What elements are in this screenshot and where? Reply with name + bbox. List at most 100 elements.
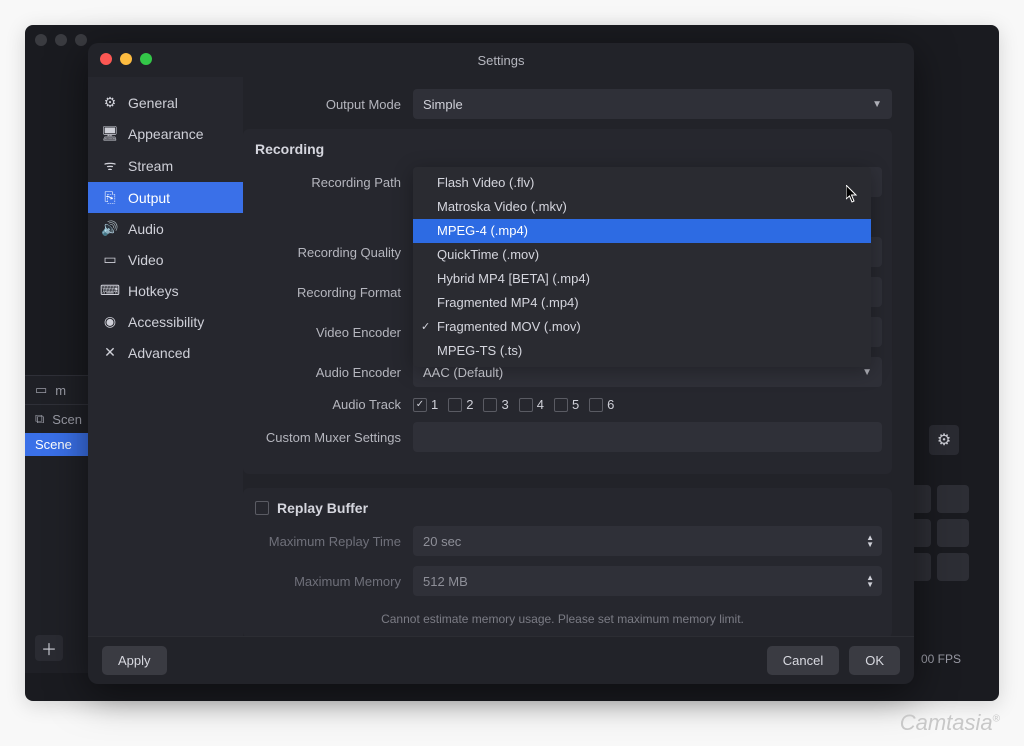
keyboard-icon: ⌨ xyxy=(102,282,118,299)
spin-value: 512 MB xyxy=(423,574,468,589)
audio-track-4-checkbox[interactable]: 4 xyxy=(519,397,544,412)
check-label: 3 xyxy=(501,397,508,412)
recording-quality-label: Recording Quality xyxy=(243,245,413,260)
watermark: Camtasia® xyxy=(900,710,1000,736)
checkbox-icon xyxy=(483,398,497,412)
audio-track-3-checkbox[interactable]: 3 xyxy=(483,397,508,412)
sidebar-item-general[interactable]: ⚙General xyxy=(88,87,243,118)
cancel-button[interactable]: Cancel xyxy=(767,646,839,675)
audio-icon: 🔊 xyxy=(102,220,118,237)
settings-sidebar: ⚙General 🖥 Appearance ᯤ Stream ⎘ Output 🔊 Au… xyxy=(88,77,243,636)
fps-indicator: 00 FPS xyxy=(921,652,961,666)
recording-section: Recording Recording Path ▼ Recording Qua… xyxy=(243,129,892,474)
check-label: 6 xyxy=(607,397,614,412)
max-memory-input[interactable]: 512 MB ▲▼ xyxy=(413,566,882,596)
stream-icon: ᯤ xyxy=(102,156,118,175)
video-icon: ▭ xyxy=(102,251,118,268)
dropdown-option-mov[interactable]: QuickTime (.mov) xyxy=(413,243,871,267)
sidebar-item-hotkeys[interactable]: ⌨ Hotkeys xyxy=(88,275,243,306)
sidebar-label: Appearance xyxy=(128,126,204,142)
chevron-down-icon: ▼ xyxy=(866,541,874,548)
audio-track-label: Audio Track xyxy=(243,397,413,412)
spinner-buttons[interactable]: ▲▼ xyxy=(866,534,874,548)
sidebar-item-audio[interactable]: 🔊 Audio xyxy=(88,213,243,244)
custom-muxer-label: Custom Muxer Settings xyxy=(243,430,413,445)
checkbox-icon xyxy=(519,398,533,412)
close-icon[interactable] xyxy=(100,53,112,65)
settings-footer: Apply Cancel OK xyxy=(88,636,914,684)
max-replay-time-input[interactable]: 20 sec ▲▼ xyxy=(413,526,882,556)
dropdown-option-flv[interactable]: Flash Video (.flv) xyxy=(413,171,871,195)
ok-button[interactable]: OK xyxy=(849,646,900,675)
traffic-dot xyxy=(55,34,67,46)
checkbox-icon xyxy=(255,501,269,515)
bg-add-button[interactable]: ＋ xyxy=(35,635,63,661)
appearance-icon: 🖥 xyxy=(102,125,118,142)
audio-encoder-label: Audio Encoder xyxy=(243,365,413,380)
dropdown-option-fragmented-mp4[interactable]: Fragmented MP4 (.mp4) xyxy=(413,291,871,315)
check-label: 5 xyxy=(572,397,579,412)
sidebar-label: Output xyxy=(128,190,170,206)
settings-window: Settings ⚙General 🖥 Appearance ᯤ Stream ⎘ O… xyxy=(88,43,914,684)
audio-track-1-checkbox[interactable]: 1 xyxy=(413,397,438,412)
sidebar-item-output[interactable]: ⎘ Output xyxy=(88,182,243,213)
traffic-lights xyxy=(100,53,152,65)
memory-hint: Cannot estimate memory usage. Please set… xyxy=(243,606,882,626)
recording-format-label: Recording Format xyxy=(243,285,413,300)
output-icon: ⎘ xyxy=(102,189,118,206)
sidebar-label: Stream xyxy=(128,158,173,174)
dropdown-option-fragmented-mov[interactable]: ✓ Fragmented MOV (.mov) xyxy=(413,315,871,339)
traffic-dot xyxy=(75,34,87,46)
check-label: 2 xyxy=(466,397,473,412)
select-value: Simple xyxy=(423,97,463,112)
bg-gear-button[interactable]: ⚙ xyxy=(929,425,959,455)
tools-icon: ✕ xyxy=(102,344,118,361)
sidebar-item-advanced[interactable]: ✕Advanced xyxy=(88,337,243,368)
checkbox-icon xyxy=(413,398,427,412)
checkbox-icon xyxy=(448,398,462,412)
chevron-down-icon: ▼ xyxy=(862,367,872,378)
dropdown-option-mpeg-ts[interactable]: MPEG-TS (.ts) xyxy=(413,339,871,363)
recording-path-label: Recording Path xyxy=(243,175,413,190)
apply-button[interactable]: Apply xyxy=(102,646,167,675)
checkbox-icon xyxy=(554,398,568,412)
replay-buffer-checkbox[interactable]: Replay Buffer xyxy=(243,500,882,526)
checkmark-icon: ✓ xyxy=(421,319,430,335)
audio-track-2-checkbox[interactable]: 2 xyxy=(448,397,473,412)
audio-track-6-checkbox[interactable]: 6 xyxy=(589,397,614,412)
sidebar-label: Video xyxy=(128,252,164,268)
replay-buffer-section: Replay Buffer Maximum Replay Time 20 sec… xyxy=(243,488,892,636)
dropdown-option-mp4[interactable]: MPEG-4 (.mp4) xyxy=(413,219,871,243)
bg-text: Scen xyxy=(52,412,82,427)
sidebar-label: General xyxy=(128,95,178,111)
sidebar-item-appearance[interactable]: 🖥 Appearance xyxy=(88,118,243,149)
recording-format-dropdown[interactable]: Flash Video (.flv) Matroska Video (.mkv)… xyxy=(413,167,871,367)
dropdown-option-mkv[interactable]: Matroska Video (.mkv) xyxy=(413,195,871,219)
sidebar-item-accessibility[interactable]: ◉Accessibility xyxy=(88,306,243,337)
traffic-dot xyxy=(35,34,47,46)
window-titlebar: Settings xyxy=(88,43,914,77)
sidebar-label: Accessibility xyxy=(128,314,204,330)
max-memory-label: Maximum Memory xyxy=(243,574,413,589)
section-header-replay: Replay Buffer xyxy=(277,500,368,516)
output-mode-label: Output Mode xyxy=(243,97,413,112)
spinner-buttons[interactable]: ▲▼ xyxy=(866,574,874,588)
sidebar-label: Hotkeys xyxy=(128,283,179,299)
output-mode-select[interactable]: Simple ▼ xyxy=(413,89,892,119)
dropdown-option-hybrid-mp4[interactable]: Hybrid MP4 [BETA] (.mp4) xyxy=(413,267,871,291)
minimize-icon[interactable] xyxy=(120,53,132,65)
sidebar-item-stream[interactable]: ᯤ Stream xyxy=(88,149,243,182)
checkbox-icon xyxy=(589,398,603,412)
spin-value: 20 sec xyxy=(423,534,461,549)
window-title: Settings xyxy=(478,53,525,68)
sidebar-item-video[interactable]: ▭ Video xyxy=(88,244,243,275)
audio-track-checks: 1 2 3 4 5 6 xyxy=(413,397,882,412)
bg-text: m xyxy=(55,383,66,398)
section-header-recording: Recording xyxy=(243,141,882,157)
sidebar-label: Audio xyxy=(128,221,164,237)
custom-muxer-input[interactable] xyxy=(413,422,882,452)
chevron-down-icon: ▼ xyxy=(872,99,882,110)
dd-label: Fragmented MOV (.mov) xyxy=(437,319,581,334)
maximize-icon[interactable] xyxy=(140,53,152,65)
audio-track-5-checkbox[interactable]: 5 xyxy=(554,397,579,412)
